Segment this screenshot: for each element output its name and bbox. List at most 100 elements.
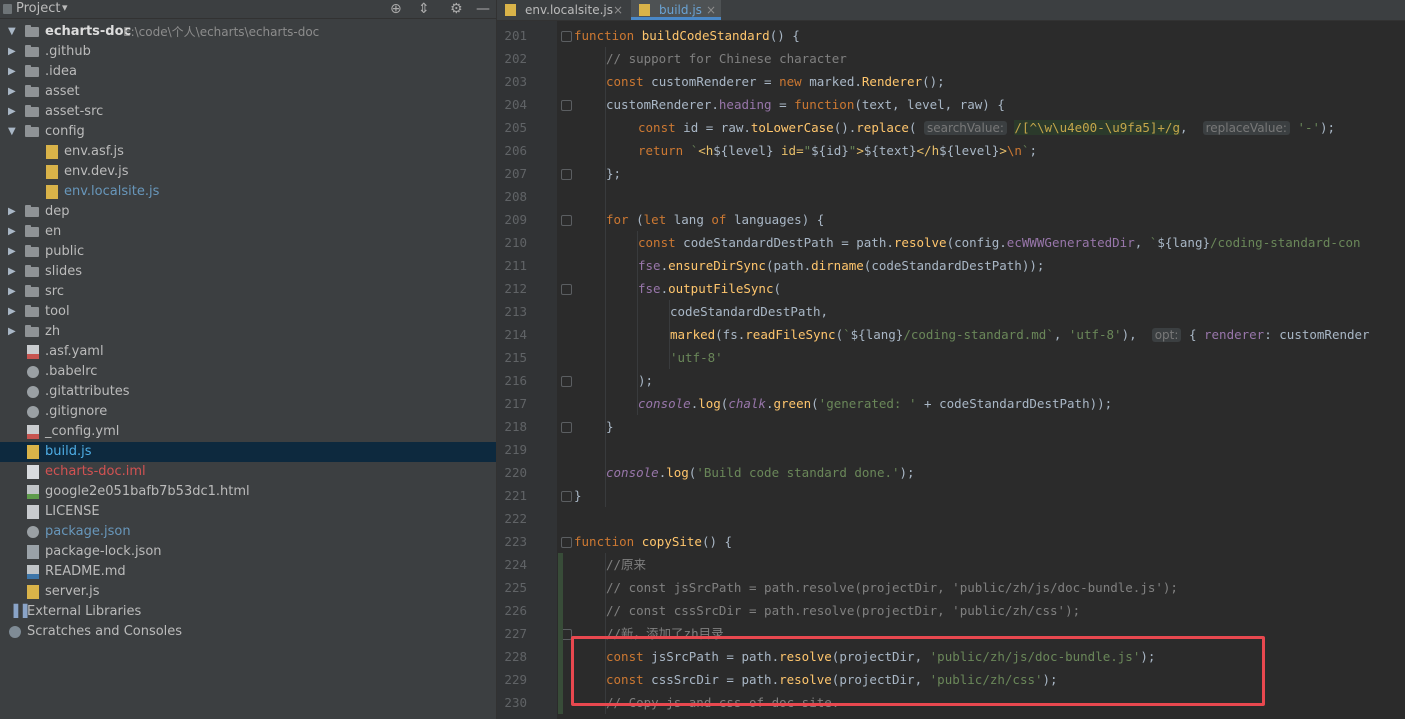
code-line[interactable]: fse.outputFileSync( xyxy=(638,277,781,300)
code-line[interactable]: fse.ensureDirSync(path.dirname(codeStand… xyxy=(638,254,1044,277)
tree-file[interactable]: build.js xyxy=(0,442,496,462)
tree-folder[interactable]: ▶ dep xyxy=(0,202,496,222)
tree-folder[interactable]: ▶ .github xyxy=(0,42,496,62)
hide-icon[interactable]: — xyxy=(476,0,490,18)
tree-file[interactable]: External Libraries xyxy=(0,601,496,622)
chevron-right-icon[interactable]: ▶ xyxy=(8,322,16,342)
tree-file[interactable]: echarts-doc.iml xyxy=(0,462,496,482)
tree-folder[interactable]: ▶ .idea xyxy=(0,62,496,82)
code-line[interactable]: console.log(chalk.green('generated: ' + … xyxy=(638,392,1112,415)
code-line[interactable]: } xyxy=(574,484,582,507)
chevron-right-icon[interactable]: ▶ xyxy=(8,82,16,102)
tree-file[interactable]: LICENSE xyxy=(0,502,496,522)
code-line[interactable]: function buildCodeStandard() { xyxy=(574,24,800,47)
chevron-right-icon[interactable]: ▶ xyxy=(8,62,16,82)
line-number-gutter[interactable]: 201 202 203 204 205 206 207 208 209 210 211 212 213 2… xyxy=(497,21,557,719)
tree-file[interactable]: README.md xyxy=(0,562,496,582)
code-line[interactable]: const codeStandardDestPath = path.resolv… xyxy=(638,231,1361,254)
chevron-right-icon[interactable]: ▶ xyxy=(8,302,16,322)
code-line[interactable]: function copySite() { xyxy=(574,530,732,553)
tree-file[interactable]: env.localsite.js xyxy=(0,182,496,202)
tree-file[interactable]: _config.yml xyxy=(0,422,496,442)
chevron-down-icon[interactable]: ▾ xyxy=(62,1,68,14)
tree-file[interactable]: .asf.yaml xyxy=(0,342,496,362)
tree-file[interactable]: env.dev.js xyxy=(0,162,496,182)
tree-folder[interactable]: ▶ tool xyxy=(0,302,496,322)
tree-folder[interactable]: ▶ slides xyxy=(0,262,496,282)
chevron-right-icon[interactable]: ▶ xyxy=(8,262,16,282)
js-file-icon xyxy=(46,145,58,159)
code-line[interactable]: }; xyxy=(606,162,621,185)
tree-folder[interactable]: ▶ en xyxy=(0,222,496,242)
vcs-change-bar[interactable] xyxy=(558,553,563,714)
tree-file[interactable]: server.js xyxy=(0,582,496,602)
collapse-icon[interactable]: ⇕ xyxy=(418,0,430,18)
highlight-box xyxy=(571,636,1265,706)
close-icon[interactable]: × xyxy=(613,0,623,20)
line-number: 224 xyxy=(504,557,527,572)
code-line[interactable]: } xyxy=(606,415,614,438)
fold-marker-icon[interactable] xyxy=(561,537,572,548)
chevron-right-icon[interactable]: ▶ xyxy=(8,202,16,222)
code-line[interactable]: const id = raw.toLowerCase().replace( se… xyxy=(638,116,1335,139)
tree-folder[interactable]: ▼ echarts-doc E:\code\个人\echarts\echarts-d… xyxy=(0,22,496,42)
fold-marker-icon[interactable] xyxy=(561,284,572,295)
tab-build-js[interactable]: build.js × xyxy=(631,0,721,20)
tree-file[interactable]: package-lock.json xyxy=(0,542,496,562)
chevron-right-icon[interactable]: ▶ xyxy=(8,102,16,122)
code-line[interactable]: const customRenderer = new marked.Render… xyxy=(606,70,945,93)
chevron-right-icon[interactable]: ▶ xyxy=(8,282,16,302)
code-line[interactable]: for (let lang of languages) { xyxy=(606,208,824,231)
code-line[interactable]: console.log('Build code standard done.')… xyxy=(606,461,915,484)
tree-item-label: .babelrc xyxy=(45,364,98,379)
code-line[interactable]: customRenderer.heading = function(text, … xyxy=(606,93,1005,116)
tree-folder[interactable]: ▶ zh xyxy=(0,322,496,342)
line-number: 230 xyxy=(504,695,527,710)
tree-folder[interactable]: ▶ src xyxy=(0,282,496,302)
code-line[interactable]: return `<h${level} id="${id}">${text}</h… xyxy=(638,139,1037,162)
code-line[interactable]: // const jsSrcPath = path.resolve(projec… xyxy=(606,576,1178,599)
chevron-right-icon[interactable]: ▶ xyxy=(8,42,16,62)
code-line[interactable]: 'utf-8' xyxy=(670,346,723,369)
fold-marker-icon[interactable] xyxy=(561,376,572,387)
settings-icon[interactable]: ⚙ xyxy=(450,0,463,18)
line-number: 228 xyxy=(504,649,527,664)
line-number: 227 xyxy=(504,626,527,641)
close-icon[interactable]: × xyxy=(706,0,716,20)
yml-file-icon xyxy=(27,425,39,439)
chevron-down-icon[interactable]: ▼ xyxy=(8,122,16,142)
code-line[interactable]: //原来 xyxy=(606,553,646,576)
fold-marker-icon[interactable] xyxy=(561,100,572,111)
tree-file[interactable]: google2e051bafb7b53dc1.html xyxy=(0,482,496,502)
project-panel-title[interactable]: Project xyxy=(16,1,60,16)
folder-icon xyxy=(25,45,39,57)
tree-item-label: README.md xyxy=(45,564,126,579)
tree-file[interactable]: env.asf.js xyxy=(0,142,496,162)
fold-marker-icon[interactable] xyxy=(561,215,572,226)
fold-marker-icon[interactable] xyxy=(561,169,572,180)
tab-env-localsite[interactable]: env.localsite.js × xyxy=(497,0,630,20)
code-line[interactable]: // const cssSrcDir = path.resolve(projec… xyxy=(606,599,1080,622)
tree-file[interactable]: package.json xyxy=(0,522,496,542)
tree-file[interactable]: .gitattributes xyxy=(0,382,496,402)
code-line[interactable]: marked(fs.readFileSync(`${lang}/coding-s… xyxy=(670,323,1370,346)
fold-marker-icon[interactable] xyxy=(561,31,572,42)
locate-icon[interactable]: ⊕ xyxy=(390,0,402,18)
chevron-right-icon[interactable]: ▶ xyxy=(8,222,16,242)
chevron-right-icon[interactable]: ▶ xyxy=(8,242,16,262)
tree-folder[interactable]: ▼ config xyxy=(0,122,496,142)
tree-file[interactable]: .gitignore xyxy=(0,402,496,422)
tree-folder[interactable]: ▶ asset-src xyxy=(0,102,496,122)
code-line[interactable]: ); xyxy=(638,369,653,392)
tree-folder[interactable]: ▶ public xyxy=(0,242,496,262)
tree-folder[interactable]: ▶ asset xyxy=(0,82,496,102)
line-number: 219 xyxy=(504,442,527,457)
tree-file[interactable]: .babelrc xyxy=(0,362,496,382)
fold-marker-icon[interactable] xyxy=(561,491,572,502)
tree-file[interactable]: Scratches and Consoles xyxy=(0,622,496,642)
tree-item-label: .asf.yaml xyxy=(45,344,104,359)
fold-marker-icon[interactable] xyxy=(561,422,572,433)
code-line[interactable]: // support for Chinese character xyxy=(606,47,847,70)
chevron-down-icon[interactable]: ▼ xyxy=(8,22,16,42)
code-line[interactable]: codeStandardDestPath, xyxy=(670,300,828,323)
